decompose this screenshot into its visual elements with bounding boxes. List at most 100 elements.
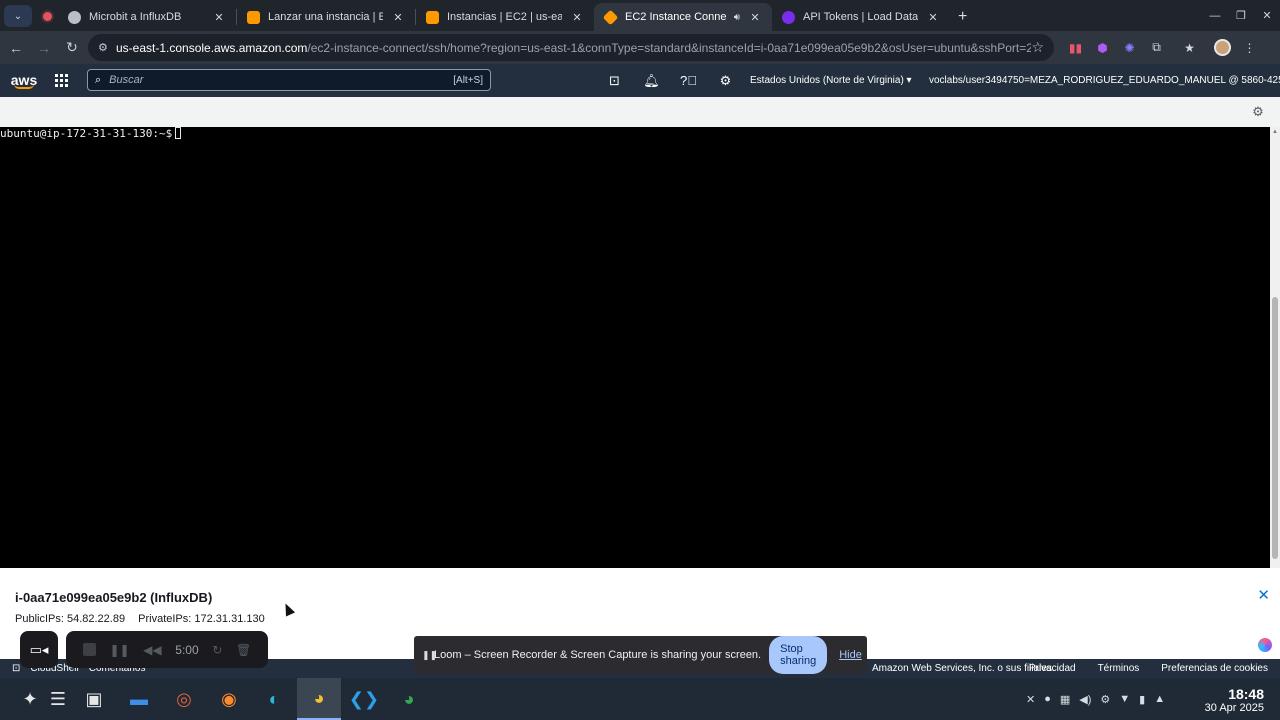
services-grid-icon[interactable] (44, 64, 78, 97)
address-bar[interactable]: ⚙︎ us-east-1.console.aws.amazon.com/ec2-… (88, 34, 1054, 61)
recording-indicator-icon (36, 5, 58, 27)
cookies-link[interactable]: Preferencias de cookies (1161, 663, 1268, 674)
tab-title: EC2 Instance Connect | us-east-1 (625, 11, 726, 23)
loom-control-bar: ❚❚ ◀◀ 5:00 ↻ 🗑︎ (66, 631, 268, 668)
os-taskbar: ✦ ☰ ▣ ▬ ◎ ◉ ◐ ◕ ❮❯ ◕ ✕ ● ▦ ◀) ⚙︎ ▼ ▮ ▲ 1… (0, 678, 1280, 720)
browser-menu-icon[interactable]: ⋮ (1236, 34, 1263, 61)
new-tab-plus-icon[interactable]: + (958, 8, 967, 26)
battery-icon[interactable]: ▮ (1139, 693, 1145, 706)
footer-right: Privacidad Términos Preferencias de cook… (1029, 663, 1268, 674)
profile-avatar[interactable] (1209, 34, 1236, 61)
search-icon: ⌕ (95, 73, 102, 86)
hide-link[interactable]: Hide (839, 649, 862, 661)
network-settings-icon[interactable]: ⚙︎ (1100, 693, 1110, 706)
tab-api-tokens[interactable]: API Tokens | Load Data | InfluxDB ✕ (772, 3, 950, 31)
sharing-pause-icon: ❚❚ (422, 649, 438, 660)
loom-recorder-controls: ▭◂ ❚❚ ◀◀ 5:00 ↻ 🗑︎ (20, 631, 268, 668)
files-app-icon[interactable]: ▬ (117, 678, 161, 720)
minimize-icon[interactable]: — (1202, 0, 1228, 31)
bookmark-star-icon[interactable]: ☆ (1031, 39, 1044, 56)
aws-search-input[interactable]: ⌕ Buscar [Alt+S] (87, 69, 491, 91)
terminal-scrollbar[interactable]: ▲ (1270, 127, 1280, 568)
terminal-settings-gear-icon[interactable]: ⚙︎ (1250, 104, 1266, 120)
reload-icon[interactable]: ↻ (58, 34, 86, 62)
extension-purple-icon[interactable]: ⬢ (1089, 34, 1116, 61)
close-tab-icon[interactable]: ✕ (391, 11, 405, 24)
close-tab-icon[interactable]: ✕ (570, 11, 584, 24)
status-dot-icon[interactable]: ● (1044, 693, 1051, 705)
tab-search-chevron-icon[interactable]: ⌄ (4, 5, 32, 27)
account-menu[interactable]: voclabs/user3494750=MEZA_RODRIGUEZ_EDUAR… (929, 64, 1280, 97)
aws-favicon-icon (602, 9, 619, 25)
edge-icon[interactable]: ◐ (252, 678, 296, 720)
extension-gear-icon[interactable]: ✺ (1116, 34, 1143, 61)
system-clock[interactable]: 18:48 30 Apr 2025 (1205, 687, 1264, 715)
close-tab-icon[interactable]: ✕ (926, 11, 940, 24)
search-placeholder: Buscar (109, 74, 144, 86)
window-controls: — ❐ ✕ (1202, 0, 1280, 31)
wifi-icon[interactable]: ▼ (1119, 693, 1130, 705)
bookmarks-icon[interactable]: ★ (1176, 34, 1203, 61)
clock-time: 18:48 (1228, 686, 1264, 702)
restart-icon[interactable]: ↻ (212, 643, 222, 657)
settings-gear-icon[interactable]: ⚙︎ (707, 73, 744, 89)
terminal-app-icon[interactable]: ▣ (72, 678, 116, 720)
maximize-icon[interactable]: ❐ (1228, 0, 1254, 31)
clipboard-icon[interactable]: ▦ (1060, 693, 1070, 706)
rewind-icon[interactable]: ◀◀ (143, 643, 161, 657)
tab-instancias-ec2[interactable]: Instancias | EC2 | us-east-1 ✕ (416, 3, 594, 31)
terminos-link[interactable]: Términos (1098, 663, 1140, 674)
tray-expand-icon[interactable]: ▲ (1154, 693, 1165, 705)
extension-red-icon[interactable]: ▮▮ (1062, 34, 1089, 61)
chrome-second-icon[interactable]: ◕ (387, 678, 431, 720)
close-window-icon[interactable]: ✕ (1254, 0, 1280, 31)
stop-sharing-button[interactable]: Stop sharing (769, 636, 828, 674)
tab-title: API Tokens | Load Data | InfluxDB (803, 11, 918, 23)
fingerprint-app-icon[interactable]: ◎ (162, 678, 206, 720)
tab-ec2-instance-connect[interactable]: EC2 Instance Connect | us-east-1 🔊︎ ✕ (594, 3, 772, 31)
stop-recording-icon[interactable] (82, 643, 96, 656)
aws-logo[interactable]: aws (4, 64, 44, 97)
aws-nav-icons: ⊡ 🔔︎ ?⃝ ⚙︎ (596, 64, 744, 97)
region-selector[interactable]: Estados Unidos (Norte de Virginia) ▾ (750, 64, 912, 97)
tab-title: Microbit a InfluxDB (89, 11, 182, 23)
ssh-terminal[interactable]: ubuntu@ip-172-31-31-130:~$ (0, 127, 1270, 568)
influxdb-favicon-icon (782, 10, 795, 24)
vscode-icon[interactable]: ❮❯ (342, 678, 386, 720)
browser-tab-strip: ⌄ Microbit a InfluxDB ✕ Lanzar una insta… (0, 0, 1280, 31)
influxdb-favicon-icon (68, 10, 81, 24)
tab-lanzar-instancia[interactable]: Lanzar una instancia | EC2 ✕ (237, 3, 415, 31)
screen-sharing-banner: ❚❚ Loom – Screen Recorder & Screen Captu… (414, 636, 867, 674)
url-path: /ec2-instance-connect/ssh/home?region=us… (307, 40, 1032, 55)
aws-favicon-icon (247, 10, 260, 24)
speaker-icon[interactable]: 🔊︎ (734, 12, 740, 23)
delete-trash-icon[interactable]: 🗑︎ (236, 643, 251, 657)
back-arrow-icon[interactable]: ← (2, 34, 30, 62)
assistant-orb-icon[interactable] (1258, 638, 1272, 652)
recording-timer: 5:00 (175, 642, 199, 657)
site-info-icon[interactable]: ⚙︎ (98, 41, 116, 54)
privacidad-link[interactable]: Privacidad (1029, 663, 1076, 674)
chrome-icon[interactable]: ◕ (297, 678, 341, 720)
help-icon[interactable]: ?⃝ (670, 73, 707, 88)
terminal-prompt: ubuntu@ip-172-31-31-130:~$ (0, 127, 173, 140)
firefox-icon[interactable]: ◉ (207, 678, 251, 720)
tab-microbit-influxdb[interactable]: Microbit a InfluxDB ✕ (58, 3, 236, 31)
cloudshell-icon[interactable]: ⊡ (596, 73, 633, 89)
extensions-puzzle-icon[interactable]: ⧉ (1143, 34, 1170, 61)
clock-date: 30 Apr 2025 (1204, 702, 1264, 714)
camera-icon[interactable]: ▭◂ (20, 631, 58, 668)
close-tab-icon[interactable]: ✕ (748, 11, 762, 24)
instance-title: i-0aa71e099ea05e9b2 (InfluxDB) (15, 590, 213, 605)
mic-off-icon[interactable]: ✕ (1026, 693, 1035, 706)
aws-top-nav: aws ⌕ Buscar [Alt+S] ⊡ 🔔︎ ?⃝ ⚙︎ Estados … (0, 64, 1280, 97)
forward-arrow-icon[interactable]: → (30, 34, 58, 62)
pause-icon[interactable]: ❚❚ (109, 643, 129, 657)
notifications-bell-icon[interactable]: 🔔︎ (633, 73, 670, 89)
close-tab-icon[interactable]: ✕ (212, 11, 226, 24)
close-panel-icon[interactable]: ✕ (1257, 586, 1270, 604)
scroll-up-arrow-icon[interactable]: ▲ (1272, 129, 1278, 135)
volume-icon[interactable]: ◀) (1079, 693, 1091, 706)
url-text: us-east-1.console.aws.amazon.com/ec2-ins… (116, 41, 1031, 55)
scrollbar-thumb[interactable] (1272, 297, 1278, 559)
